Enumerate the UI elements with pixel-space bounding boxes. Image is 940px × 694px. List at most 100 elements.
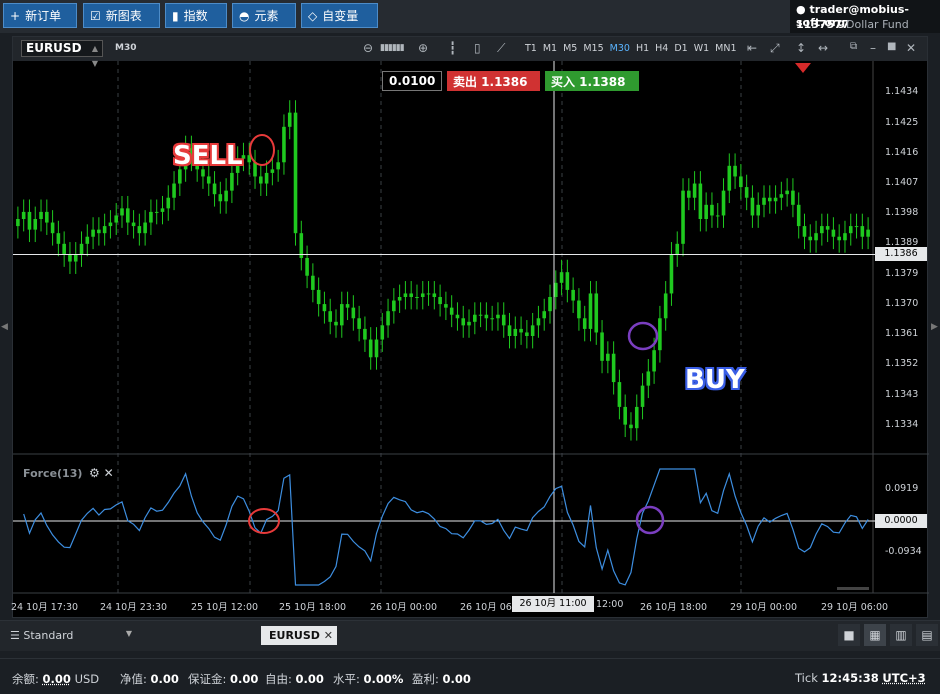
candle-body	[473, 314, 477, 322]
layout-select[interactable]: ☰ Standard ▼	[10, 629, 132, 642]
margin-level-stat: 水平: 0.00%	[333, 672, 404, 686]
candle-body	[397, 297, 402, 301]
new-order-button[interactable]: + 新订单	[3, 3, 77, 28]
candle-body	[91, 229, 95, 237]
candle-body	[328, 311, 333, 322]
chart-scrollbar	[837, 587, 869, 590]
chart-window[interactable]: EURUSD ▲ ▼ M30 ⊖ ▮▮▮▮▮▮ ⊕ ┇ ▯ ⟋ T1 M1 M5 …	[11, 36, 929, 619]
candle-body	[617, 382, 622, 407]
candle-body	[820, 226, 824, 234]
chart-canvas[interactable]	[13, 37, 929, 619]
candle-body	[455, 314, 460, 319]
layout-tab-bar: ☰ Standard ▼ EURUSD ✕ ■ ▦ ▥ ▤	[0, 620, 940, 651]
candle-body	[351, 307, 356, 319]
candle-body	[848, 226, 853, 234]
candle-body	[282, 126, 286, 163]
candle-body	[270, 169, 275, 173]
new-chart-button[interactable]: ☑ 新图表	[83, 3, 160, 28]
candle-body	[449, 307, 454, 315]
candle-body	[125, 208, 130, 223]
candle-body	[478, 314, 483, 316]
candle-body	[108, 222, 113, 227]
candle-body	[611, 353, 616, 383]
element-button[interactable]: ◓ 元素	[232, 3, 296, 28]
candle-body	[756, 204, 761, 216]
time-tick: 25 10月 12:00	[191, 602, 259, 613]
candle-body	[334, 321, 338, 326]
indicator-controls: ⚙ ✕	[89, 466, 114, 480]
candle-body	[773, 197, 778, 202]
candle-body	[363, 328, 367, 340]
sell-button[interactable]: 卖出 1.1386	[447, 71, 540, 91]
candle-body	[727, 165, 732, 191]
candle-body	[380, 325, 385, 340]
candle-body	[652, 350, 656, 372]
candle-body	[62, 243, 66, 255]
layout-columns-icon[interactable]: ▥	[890, 624, 912, 646]
candle-body	[137, 226, 142, 234]
candle-body	[56, 233, 61, 244]
new-chart-icon: ☑	[90, 8, 101, 23]
candle-body	[218, 194, 223, 202]
equity-stat: 净值: 0.00	[120, 672, 179, 686]
account-panel[interactable]: ● trader@mobius-soft.org 1137577 Dollar …	[790, 0, 940, 33]
top-toolbar: + 新订单 ☑ 新图表 ▮ 指数 ◓ 元素 ◇ 自变量 ● trader@mob…	[0, 0, 940, 33]
candle-body	[530, 325, 535, 336]
price-tick: 1.1361	[885, 328, 919, 339]
candle-body	[606, 353, 610, 361]
candle-body	[860, 226, 865, 237]
buy-button[interactable]: 买入 1.1388	[545, 71, 639, 91]
gear-icon[interactable]: ⚙	[89, 466, 100, 480]
candle-body	[102, 226, 107, 234]
element-label: 元素	[254, 9, 279, 23]
candle-body	[230, 172, 234, 191]
candle-body	[386, 311, 390, 326]
sell-annotation: SELL	[173, 141, 243, 171]
candle-body	[762, 197, 766, 205]
layout-grid-icon[interactable]: ▦	[864, 624, 886, 646]
candle-body	[68, 254, 72, 262]
candle-body	[744, 187, 749, 198]
layout-single-icon[interactable]: ■	[838, 624, 860, 646]
element-icon: ◓	[239, 8, 250, 23]
candle-body	[403, 293, 408, 297]
candle-body	[814, 233, 818, 241]
close-indicator-icon[interactable]: ✕	[104, 466, 114, 480]
candle-body	[73, 254, 78, 262]
candle-body	[206, 176, 211, 184]
close-tab-icon[interactable]: ✕	[324, 626, 333, 645]
variable-button[interactable]: ◇ 自变量	[301, 3, 378, 28]
layout-rows-icon[interactable]: ▤	[916, 624, 938, 646]
time-tick: 26 10月 18:00	[640, 602, 708, 613]
price-tick: 1.1416	[885, 147, 919, 158]
candle-body	[715, 215, 720, 217]
menu-icon: ☰	[10, 629, 20, 642]
balance-stat: 余额: 0.00 USD	[12, 672, 100, 686]
candle-body	[553, 282, 558, 297]
candle-body	[131, 222, 136, 227]
price-tick: 1.1370	[885, 298, 919, 309]
time-tick: 24 10月 23:30	[100, 602, 168, 613]
indicator-button[interactable]: ▮ 指数	[165, 3, 227, 28]
lot-size-input[interactable]: 0.0100	[382, 71, 442, 91]
time-tick: 24 10月 17:30	[11, 602, 79, 613]
new-order-label: 新订单	[25, 9, 62, 23]
account-fund: Dollar Fund	[846, 18, 909, 31]
candle-body	[276, 162, 280, 170]
chart-tab-eurusd[interactable]: EURUSD ✕	[261, 626, 337, 645]
right-collapse-arrow-icon[interactable]: ▶	[931, 322, 938, 332]
candle-body	[426, 293, 431, 295]
candle-body	[16, 219, 20, 227]
candle-body	[97, 229, 101, 234]
candle-body	[432, 293, 437, 297]
candle-body	[866, 229, 870, 237]
left-collapse-arrow-icon[interactable]: ◀	[1, 322, 8, 332]
force-current-label: 0.0000	[875, 514, 927, 528]
current-price-label: 1.1386	[875, 247, 927, 261]
indicator-icon: ▮	[172, 8, 179, 23]
chevron-down-icon: ▼	[125, 629, 132, 638]
candle-body	[79, 243, 84, 255]
force-tick: -0.0934	[885, 546, 922, 557]
candle-body	[623, 406, 627, 425]
candle-body	[525, 332, 529, 336]
